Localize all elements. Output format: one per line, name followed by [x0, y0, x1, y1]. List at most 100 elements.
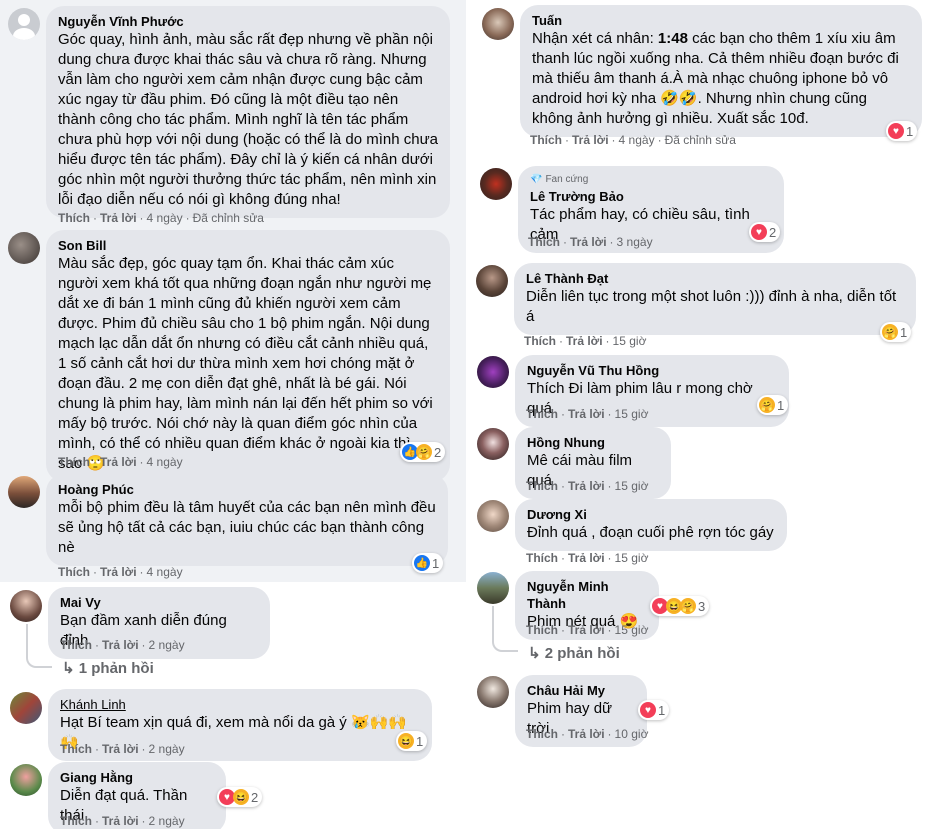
comment-author[interactable]: Hoàng Phúc	[58, 481, 436, 498]
comment-text: Nhận xét cá nhân: 1:48 các bạn cho thêm …	[532, 30, 899, 127]
reply-button[interactable]: Trả lời	[102, 742, 139, 756]
comment-time[interactable]: 15 giờ	[613, 334, 647, 348]
reply-button[interactable]: Trả lời	[568, 551, 605, 565]
reaction-summary[interactable]: 👍 1	[412, 553, 444, 573]
comment-time[interactable]: 15 giờ	[615, 407, 649, 421]
reaction-count: 2	[434, 444, 442, 460]
reaction-summary[interactable]: ♥ 😆 2	[217, 787, 263, 807]
reply-button[interactable]: Trả lời	[102, 814, 139, 828]
comment-bubble: Tuấn Nhận xét cá nhân: 1:48 các bạn cho …	[520, 5, 922, 137]
comment-actions: Thích · Trả lời · 10 giờ	[526, 727, 649, 741]
avatar[interactable]	[10, 590, 42, 622]
haha-reaction-icon: 😆	[398, 733, 414, 749]
comment-author[interactable]: Giang Hằng	[60, 769, 214, 786]
like-button[interactable]: Thích	[526, 407, 558, 421]
comment-time[interactable]: 4 ngày	[147, 211, 183, 225]
view-replies-link[interactable]: ↳ 1 phản hồi	[62, 659, 154, 677]
comment-time[interactable]: 10 giờ	[615, 727, 649, 741]
comment-author[interactable]: Hồng Nhung	[527, 434, 659, 451]
comment-time[interactable]: 2 ngày	[149, 638, 185, 652]
comment-time[interactable]: 15 giờ	[615, 479, 649, 493]
comment-author[interactable]: Nguyễn Vũ Thu Hồng	[527, 362, 777, 379]
like-button[interactable]: Thích	[58, 211, 90, 225]
comment-time[interactable]: 2 ngày	[149, 814, 185, 828]
reply-button[interactable]: Trả lời	[100, 211, 137, 225]
comment-actions: Thích · Trả lời · 15 giờ	[526, 623, 649, 637]
reaction-summary[interactable]: 🤗 1	[757, 395, 789, 415]
avatar[interactable]	[477, 428, 509, 460]
comment-time[interactable]: 3 ngày	[617, 235, 653, 249]
comment-author[interactable]: Nguyễn Minh Thành	[527, 578, 647, 612]
reply-button[interactable]: Trả lời	[568, 407, 605, 421]
comment-author[interactable]: Lê Trường Bảo	[530, 188, 772, 205]
reaction-summary[interactable]: ♥ 1	[886, 121, 918, 141]
comment-author[interactable]: Tuấn	[532, 12, 910, 29]
reaction-count: 1	[416, 733, 424, 749]
like-button[interactable]: Thích	[530, 133, 562, 147]
reply-button[interactable]: Trả lời	[572, 133, 609, 147]
comment-author[interactable]: Mai Vy	[60, 594, 258, 611]
like-button[interactable]: Thích	[60, 814, 92, 828]
like-button[interactable]: Thích	[58, 455, 90, 469]
reply-button[interactable]: Trả lời	[102, 638, 139, 652]
avatar[interactable]	[10, 692, 42, 724]
reaction-count: 1	[432, 555, 440, 571]
care-reaction-icon: 🤗	[416, 444, 432, 460]
comment-time[interactable]: 2 ngày	[149, 742, 185, 756]
comment-actions: Thích · Trả lời · 15 giờ	[524, 334, 647, 348]
comment-text: Góc quay, hình ảnh, màu sắc rất đẹp nhưn…	[58, 31, 438, 208]
avatar[interactable]	[10, 764, 42, 796]
timestamp-link[interactable]: 1:48	[658, 30, 688, 47]
reply-button[interactable]: Trả lời	[100, 565, 137, 579]
comment-time[interactable]: 4 ngày	[619, 133, 655, 147]
avatar[interactable]	[477, 356, 509, 388]
comment-author[interactable]: Nguyễn Vĩnh Phước	[58, 13, 438, 30]
like-button[interactable]: Thích	[60, 638, 92, 652]
reply-button[interactable]: Trả lời	[100, 455, 137, 469]
avatar[interactable]	[8, 476, 40, 508]
comment-author[interactable]: Châu Hải My	[527, 682, 635, 699]
avatar[interactable]	[480, 168, 512, 200]
reply-button[interactable]: Trả lời	[568, 623, 605, 637]
like-button[interactable]: Thích	[526, 623, 558, 637]
reaction-summary[interactable]: ♥ 2	[749, 222, 781, 242]
comment-actions: Thích · Trả lời · 15 giờ	[526, 479, 649, 493]
like-button[interactable]: Thích	[524, 334, 556, 348]
reaction-summary[interactable]: ♥ 1	[638, 700, 670, 720]
avatar[interactable]	[8, 232, 40, 264]
like-button[interactable]: Thích	[526, 479, 558, 493]
like-button[interactable]: Thích	[528, 235, 560, 249]
comment-actions: Thích · Trả lời · 4 ngày · Đã chỉnh sửa	[530, 133, 736, 147]
reply-button[interactable]: Trả lời	[570, 235, 607, 249]
comment-author[interactable]: Son Bill	[58, 237, 438, 254]
avatar[interactable]	[8, 8, 40, 40]
avatar[interactable]	[477, 500, 509, 532]
like-button[interactable]: Thích	[526, 727, 558, 741]
avatar[interactable]	[477, 676, 509, 708]
avatar[interactable]	[477, 572, 509, 604]
comment-author[interactable]: Dương Xi	[527, 506, 775, 523]
comment-time[interactable]: 15 giờ	[615, 551, 649, 565]
comment-author[interactable]: Lê Thành Đạt	[526, 270, 904, 287]
reaction-count: 1	[658, 702, 666, 718]
avatar[interactable]	[482, 8, 514, 40]
reply-button[interactable]: Trả lời	[568, 479, 605, 493]
view-replies-link[interactable]: ↳ 2 phản hồi	[528, 644, 620, 662]
reaction-count: 1	[900, 324, 908, 340]
comment-author[interactable]: Khánh Linh	[60, 696, 420, 713]
reaction-summary[interactable]: 👍 🤗 2	[400, 442, 446, 462]
reaction-summary[interactable]: ♥ 😆 🤗 3	[650, 596, 710, 616]
thread-connector	[26, 624, 52, 668]
reaction-summary[interactable]: 😆 1	[396, 731, 428, 751]
comment-time[interactable]: 15 giờ	[615, 623, 649, 637]
avatar[interactable]	[476, 265, 508, 297]
reply-button[interactable]: Trả lời	[568, 727, 605, 741]
comment-time[interactable]: 4 ngày	[147, 455, 183, 469]
like-button[interactable]: Thích	[526, 551, 558, 565]
comment-actions: Thích · Trả lời · 15 giờ	[526, 407, 649, 421]
reaction-summary[interactable]: 🤗 1	[880, 322, 912, 342]
like-button[interactable]: Thích	[58, 565, 90, 579]
reply-button[interactable]: Trả lời	[566, 334, 603, 348]
comment-time[interactable]: 4 ngày	[147, 565, 183, 579]
like-button[interactable]: Thích	[60, 742, 92, 756]
